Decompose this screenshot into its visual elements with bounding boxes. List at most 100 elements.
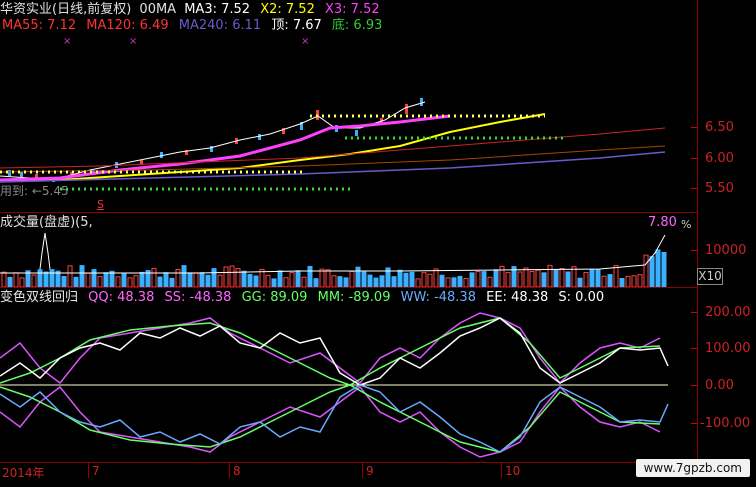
volume-bar [19, 277, 25, 287]
date-divider [362, 462, 363, 478]
ind-tick [691, 423, 697, 424]
volume-bar [139, 271, 145, 287]
date-label-year: 2014年 [2, 466, 45, 480]
volume-bar [253, 275, 259, 287]
volume-bar [595, 269, 601, 287]
indicator-panel[interactable]: 变色双线回归 QQ: 48.38 SS: -48.38 GG: 89.09 MM… [0, 288, 697, 462]
volume-bar [97, 276, 103, 287]
volume-bar [451, 277, 457, 287]
candle [405, 104, 408, 114]
volume-bar [367, 274, 373, 287]
volume-bar [589, 269, 595, 287]
volume-bar [1, 271, 7, 287]
volume-bar [151, 267, 157, 287]
volume-bar [187, 272, 193, 287]
date-divider [88, 462, 89, 478]
volume-bar [463, 278, 469, 287]
volume-bar [79, 265, 85, 287]
volume-bar [85, 272, 91, 287]
volume-panel[interactable]: 成交量(盘虚)(5, 7.80 % [0, 213, 697, 287]
volume-bar [271, 278, 277, 287]
volume-bar [415, 278, 421, 287]
date-label-jul: 7 [92, 464, 100, 478]
volume-bar [655, 249, 661, 287]
volume-bar [301, 276, 307, 287]
volume-bar [181, 265, 187, 287]
top-markers: × × × [63, 36, 309, 47]
volume-bar [505, 272, 511, 287]
right-axis-line [697, 0, 698, 465]
volume-bar [169, 277, 175, 287]
volume-bar [115, 276, 121, 287]
volume-bar [379, 275, 385, 287]
price-chart: × × × [0, 36, 666, 191]
volume-bar [355, 266, 361, 287]
volume-bar [559, 267, 565, 287]
volume-bar [469, 272, 475, 287]
volume-bar [193, 272, 199, 287]
volume-bar [277, 270, 283, 287]
volume-bar [265, 274, 271, 287]
date-divider [501, 462, 502, 478]
ind-tick [691, 385, 697, 386]
price-panel[interactable]: 华资实业(日线,前复权) 00MA MA3: 7.52 X2: 7.52 X3:… [0, 0, 697, 212]
volume-bar [199, 272, 205, 287]
volume-bar [517, 271, 523, 287]
candle [8, 170, 11, 176]
volume-bar [487, 276, 493, 287]
volume-bar [553, 269, 559, 287]
marker-x: × [301, 36, 309, 47]
volume-bar [607, 274, 613, 287]
volume-bar [157, 276, 163, 287]
volume-bar [373, 277, 379, 287]
candle [258, 134, 261, 140]
candle [355, 130, 358, 136]
volume-bar [343, 277, 349, 287]
volume-bar [577, 277, 583, 287]
volume-bar [205, 274, 211, 287]
price-tick [691, 158, 697, 159]
date-label-oct: 10 [505, 464, 521, 478]
volume-bar [445, 277, 451, 287]
volume-bar [523, 267, 529, 287]
volume-tick [691, 250, 697, 251]
volume-bar [427, 273, 433, 287]
volume-bar [649, 256, 655, 287]
volume-bar [61, 276, 67, 287]
price-tick [691, 127, 697, 128]
volume-bar [229, 265, 235, 287]
volume-bar [55, 270, 61, 287]
volume-bar [133, 275, 139, 287]
volume-bar [421, 272, 427, 287]
volume-bar [397, 269, 403, 287]
mm-line [0, 384, 661, 453]
volume-bar [127, 277, 133, 287]
volume-ma-line [0, 234, 666, 274]
volume-bar [637, 274, 643, 287]
volume-bar [499, 265, 505, 287]
ind-label-neg100: -100.00 [700, 416, 751, 431]
date-axis: 2014年 7 8 9 10 [0, 462, 697, 480]
price-label-550: 5.50 [705, 181, 734, 196]
volume-bar [475, 270, 481, 287]
volume-bar [631, 275, 637, 287]
volume-bar [331, 275, 337, 287]
volume-bar [325, 269, 331, 287]
candle [20, 172, 23, 177]
volume-unit-box[interactable]: X10 [697, 268, 723, 285]
volume-bar [7, 276, 13, 287]
price-tick [691, 188, 697, 189]
volume-bar [13, 272, 19, 287]
volume-bar [457, 275, 463, 287]
volume-bar [241, 270, 247, 287]
volume-bar [337, 276, 343, 287]
volume-bar [361, 271, 367, 287]
watermark: www.7gpzb.com [635, 459, 750, 477]
volume-bar [565, 271, 571, 287]
volume-bar [619, 278, 625, 287]
volume-bar [529, 270, 535, 287]
volume-bar [295, 270, 301, 287]
low-price-label: 用到: ←5.45 [0, 184, 69, 198]
marker-x: × [129, 36, 137, 47]
volume-bar [307, 265, 313, 287]
